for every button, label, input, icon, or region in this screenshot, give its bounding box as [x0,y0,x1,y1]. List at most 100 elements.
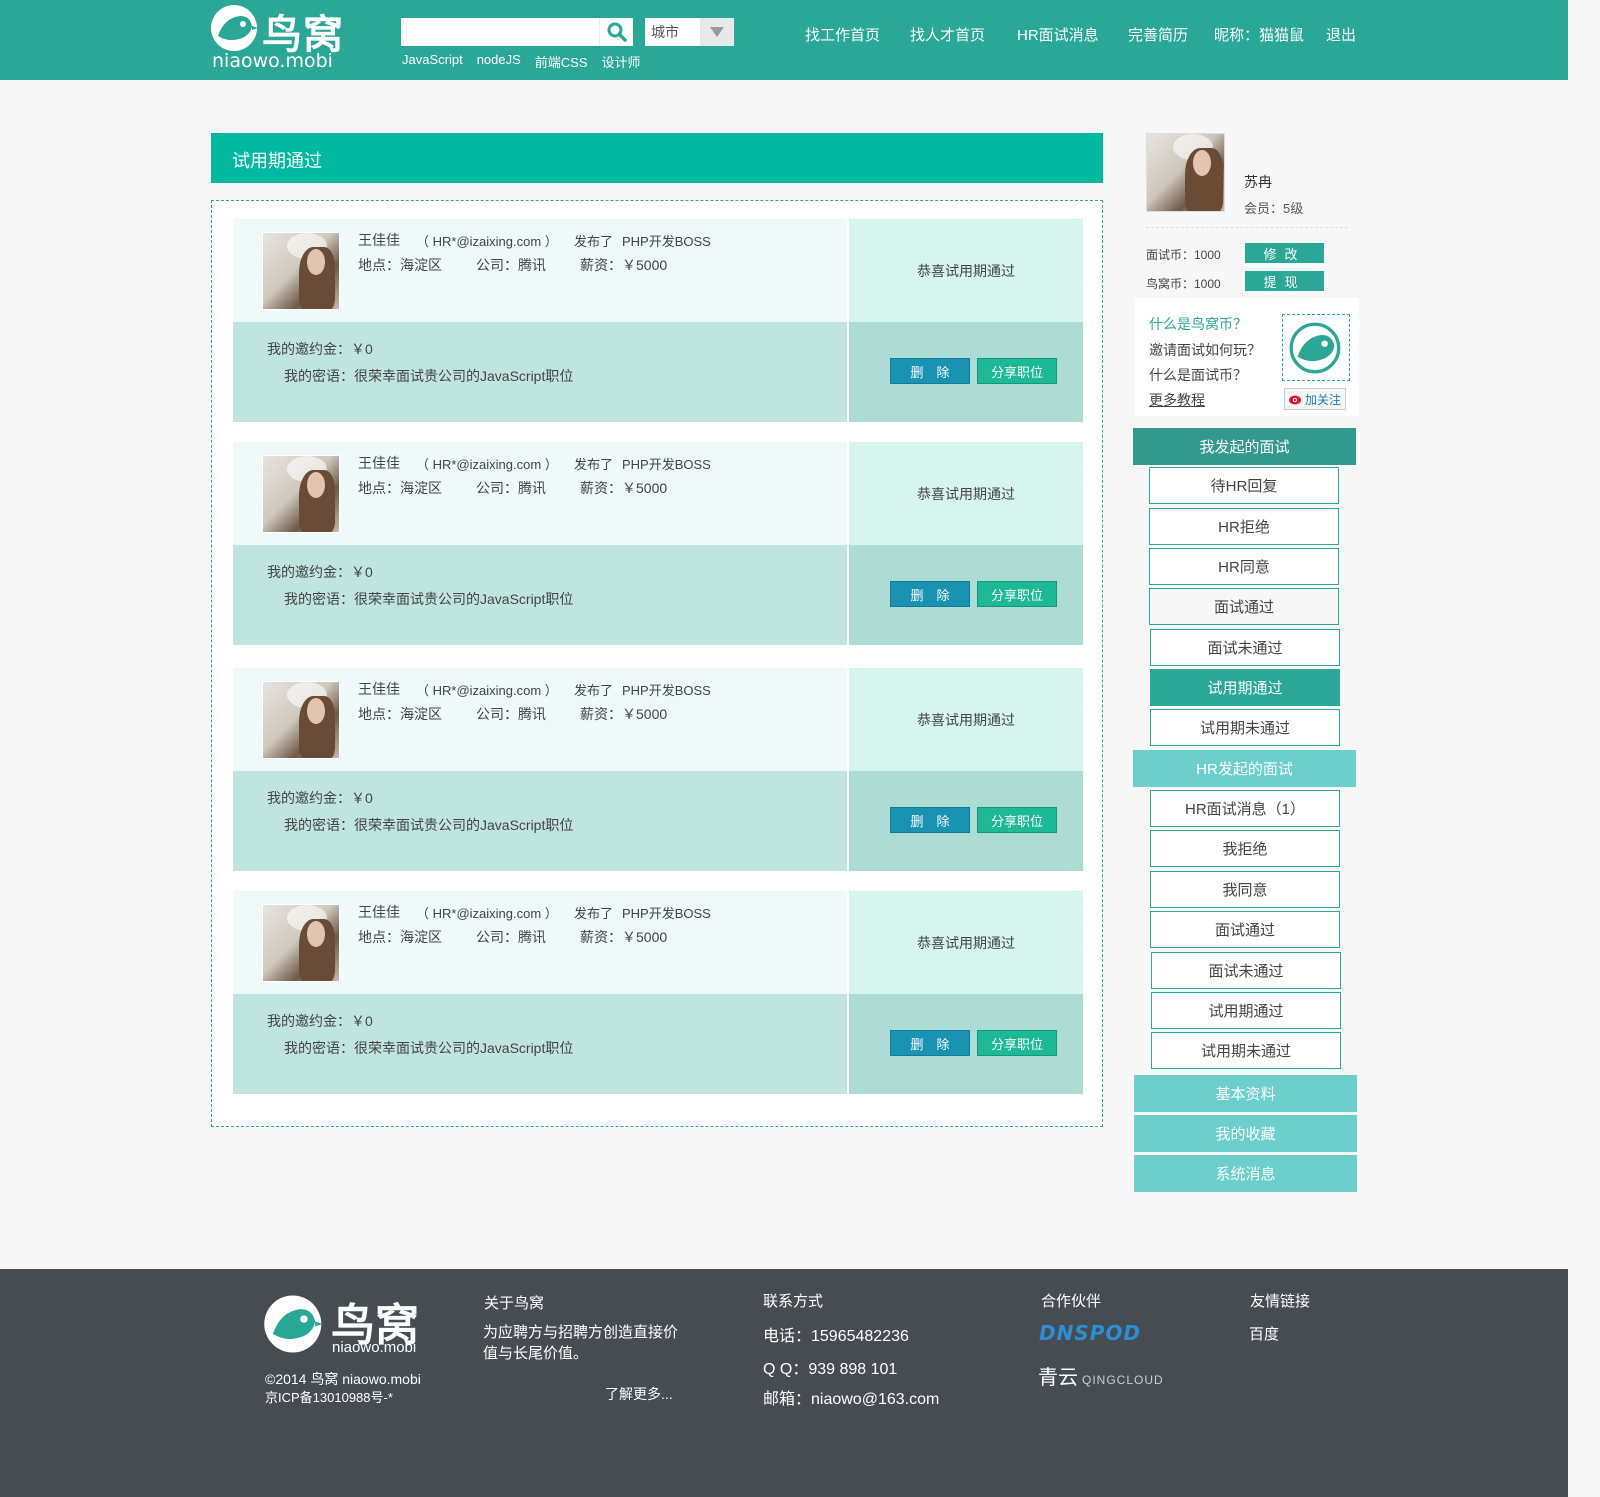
location: 地点：海淀区 [358,706,442,722]
menu-i-rejected[interactable]: 我拒绝 [1150,830,1340,867]
partner-dnspod[interactable]: DNSPOD [1039,1321,1141,1345]
interview-coin: 面试币：1000 [1146,248,1221,262]
nav-find-job[interactable]: 找工作首页 [805,24,880,45]
delete-button[interactable]: 删 除 [890,807,970,833]
menu-interview-passed[interactable]: 面试通过 [1149,588,1339,625]
menu-basic-info[interactable]: 基本资料 [1134,1075,1357,1112]
menu-favorites[interactable]: 我的收藏 [1134,1115,1357,1152]
faq-link[interactable]: 什么是鸟窝币？ [1149,314,1247,334]
nav-complete-resume[interactable]: 完善简历 [1128,24,1188,45]
share-job-button[interactable]: 分享职位 [977,581,1057,607]
password-message: 我的密语：很荣幸面试贵公司的JavaScript职位 [284,817,574,833]
job-title[interactable]: PHP开发BOSS [622,231,711,250]
contact-title: 联系方式 [763,1293,824,1310]
hot-tag[interactable]: JavaScript [402,52,463,71]
location: 地点：海淀区 [358,257,442,273]
menu-hr-probation-failed[interactable]: 试用期未通过 [1151,1032,1341,1069]
nav-nickname[interactable]: 昵称：猫猫鼠 [1214,24,1304,45]
hot-tag[interactable]: nodeJS [477,52,521,71]
link-baidu[interactable]: 百度 [1249,1323,1279,1344]
hr-name: 王佳佳 [358,904,400,920]
share-job-button[interactable]: 分享职位 [977,358,1057,384]
job-title[interactable]: PHP开发BOSS [622,680,711,699]
nav-logout[interactable]: 退出 [1326,24,1356,45]
hot-tags: JavaScript nodeJS 前端CSS 设计师 [402,52,641,71]
password-message: 我的密语：很荣幸面试贵公司的JavaScript职位 [284,591,574,607]
card-info: 王佳佳 （ HR*@izaixing.com ） 发布了 PHP开发BOSS 地… [233,668,847,771]
location: 地点：海淀区 [358,929,442,945]
site-logo[interactable]: 鸟窝 niaowo.mobi [210,2,360,74]
delete-button[interactable]: 删 除 [890,358,970,384]
delete-button[interactable]: 删 除 [890,581,970,607]
hot-tag[interactable]: 设计师 [602,52,641,71]
share-job-button[interactable]: 分享职位 [977,1030,1057,1056]
job-title[interactable]: PHP开发BOSS [622,903,711,922]
partner-qingcloud[interactable]: 青云 QINGCLOUD [1038,1361,1164,1390]
menu-hr-agreed[interactable]: HR同意 [1149,548,1339,585]
qr-code [1282,314,1350,381]
icp-number: 京ICP备13010988号-* [265,1390,393,1405]
search-input[interactable] [401,18,599,46]
posted-label: 发布了 [574,683,614,698]
nest-coin: 鸟窝币：1000 [1146,277,1221,291]
withdraw-button[interactable]: 提现 [1245,271,1324,291]
qingcloud-cn: 青云 [1038,1367,1078,1389]
about-title: 关于鸟窝 [484,1295,545,1312]
delete-button[interactable]: 删 除 [890,1030,970,1056]
profile-avatar[interactable] [1146,133,1225,212]
modify-button[interactable]: 修改 [1245,243,1324,263]
salary: 薪资：￥5000 [580,706,668,722]
about-body: 为应聘方与招聘方创造直接价值与长尾价值。 [483,1324,679,1362]
menu-hr-messages[interactable]: HR面试消息（1） [1150,790,1340,827]
menu-pending-hr[interactable]: 待HR回复 [1149,467,1339,504]
search-icon [607,22,627,42]
avatar [262,455,340,533]
posted-label: 发布了 [574,906,614,921]
password-message: 我的密语：很荣幸面试贵公司的JavaScript职位 [284,368,574,384]
city-select[interactable]: 城市 [645,18,734,46]
menu-system-messages[interactable]: 系统消息 [1134,1155,1357,1192]
hot-tag[interactable]: 前端CSS [535,52,588,71]
divider [1146,227,1348,228]
weibo-icon [1288,395,1301,405]
faq-link[interactable]: 邀请面试如何玩？ [1149,340,1261,360]
more-tutorials-link[interactable]: 更多教程 [1149,390,1205,410]
menu-hr-probation-passed[interactable]: 试用期通过 [1151,992,1341,1029]
card-info: 王佳佳 （ HR*@izaixing.com ） 发布了 PHP开发BOSS 地… [233,891,847,994]
menu-hr-interview-passed[interactable]: 面试通过 [1150,911,1340,948]
page-title: 试用期通过 [211,133,1103,183]
member-level: 会员：5级 [1244,201,1304,216]
share-job-button[interactable]: 分享职位 [977,807,1057,833]
hr-email: （ HR*@izaixing.com ） [416,457,558,472]
menu-probation-failed[interactable]: 试用期未通过 [1150,709,1340,746]
card-detail: 我的邀约金：￥0 我的密语：很荣幸面试贵公司的JavaScript职位 [233,322,847,422]
contact-email: 邮箱：niaowo@163.com [763,1391,940,1408]
bird-logo-icon [1289,322,1341,373]
search-button[interactable] [599,18,633,46]
menu-hr-rejected[interactable]: HR拒绝 [1149,508,1339,545]
faq-box: 什么是鸟窝币？ 邀请面试如何玩？ 什么是面试币？ 更多教程 加关注 [1135,298,1359,416]
faq-link[interactable]: 什么是面试币？ [1149,365,1247,385]
links-title: 友情链接 [1250,1293,1311,1310]
footer: 鸟窝 niaowo.mobi ©2014 鸟窝 niaowo.mobi 京ICP… [0,1269,1568,1497]
job-title[interactable]: PHP开发BOSS [622,454,711,473]
copyright: ©2014 鸟窝 niaowo.mobi [265,1371,421,1387]
weibo-follow-button[interactable]: 加关注 [1284,388,1346,410]
qingcloud-en: QINGCLOUD [1082,1373,1164,1387]
about-more-link[interactable]: 了解更多... [605,1384,673,1404]
logo-domain: niaowo.mobi [212,50,333,72]
hr-email: （ HR*@izaixing.com ） [416,906,558,921]
hr-interviews-header[interactable]: HR发起的面试 [1133,750,1356,787]
salary: 薪资：￥5000 [580,480,668,496]
deposit: 我的邀约金：￥0 [267,564,373,580]
menu-interview-failed[interactable]: 面试未通过 [1150,629,1340,666]
card-detail: 我的邀约金：￥0 我的密语：很荣幸面试贵公司的JavaScript职位 [233,994,847,1094]
menu-i-agreed[interactable]: 我同意 [1150,871,1340,908]
profile-name: 苏冉 [1244,174,1272,190]
menu-probation-passed[interactable]: 试用期通过 [1150,669,1340,706]
my-interviews-header[interactable]: 我发起的面试 [1133,428,1356,465]
menu-hr-interview-failed[interactable]: 面试未通过 [1151,952,1341,989]
nav-find-talent[interactable]: 找人才首页 [910,24,985,45]
avatar [262,232,340,310]
nav-hr-messages[interactable]: HR面试消息 [1017,24,1099,45]
